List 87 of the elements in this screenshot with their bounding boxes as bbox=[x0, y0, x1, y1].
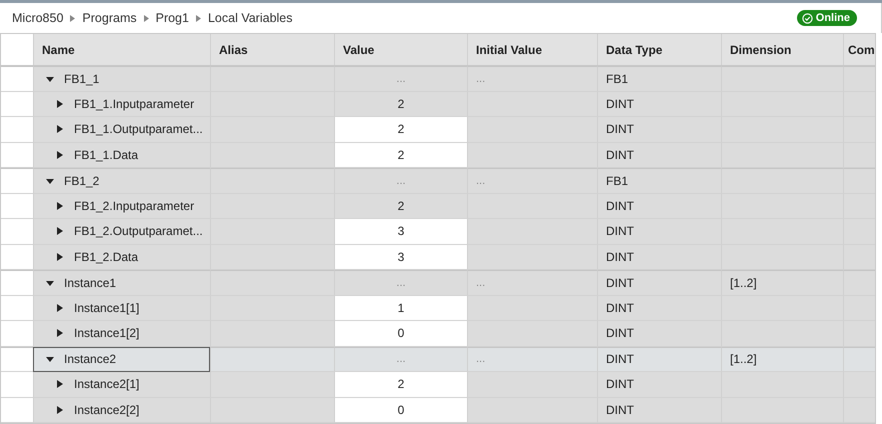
name-cell[interactable]: Instance2[2] bbox=[33, 398, 210, 423]
expand-icon[interactable] bbox=[56, 150, 64, 159]
name-cell[interactable]: FB1_2.Outputparamet... bbox=[33, 219, 210, 244]
expand-icon[interactable] bbox=[56, 227, 64, 236]
name-cell[interactable]: Instance1[2] bbox=[33, 321, 210, 346]
chevron-icon bbox=[196, 14, 201, 22]
status-badge: Online bbox=[796, 10, 857, 26]
row-header-cell[interactable] bbox=[1, 346, 33, 372]
table-cell: [1..2] bbox=[721, 346, 843, 372]
collapse-icon[interactable] bbox=[46, 176, 54, 185]
table-cell: DINT bbox=[597, 194, 721, 219]
table-cell: DINT bbox=[597, 296, 721, 321]
chevron-icon bbox=[144, 14, 149, 22]
row-header-cell[interactable] bbox=[1, 194, 33, 219]
expand-icon[interactable] bbox=[56, 202, 64, 210]
table-cell: DINT bbox=[597, 346, 721, 372]
value-cell[interactable]: 0 bbox=[334, 398, 467, 423]
collapse-icon[interactable] bbox=[46, 278, 54, 287]
column-header[interactable]: Data Type bbox=[597, 34, 721, 65]
expand-icon[interactable] bbox=[56, 329, 64, 338]
value-cell[interactable]: 2 bbox=[334, 372, 467, 398]
collapse-icon[interactable] bbox=[46, 355, 54, 364]
value-cell[interactable]: 1 bbox=[334, 296, 467, 321]
table-cell: DINT bbox=[597, 270, 721, 296]
value-cell: ... bbox=[334, 346, 467, 372]
expand-icon[interactable] bbox=[56, 380, 64, 388]
table-cell: DINT bbox=[597, 372, 721, 398]
row-header-cell[interactable] bbox=[1, 296, 33, 321]
table-cell: DINT bbox=[597, 142, 721, 168]
value-cell[interactable]: 3 bbox=[334, 219, 467, 244]
value-cell: 2 bbox=[334, 194, 467, 219]
name-cell[interactable]: Instance2[1] bbox=[33, 372, 210, 398]
expand-icon[interactable] bbox=[56, 406, 64, 414]
name-cell[interactable]: FB1_2.Inputparameter bbox=[33, 194, 210, 219]
column-header[interactable]: Com bbox=[843, 34, 875, 65]
name-cell[interactable]: FB1_2.Data bbox=[33, 244, 210, 270]
table-cell: DINT bbox=[597, 321, 721, 346]
table-cell: DINT bbox=[597, 92, 721, 117]
value-cell[interactable]: 0 bbox=[334, 321, 467, 346]
row-header-cell[interactable] bbox=[1, 92, 33, 117]
column-header[interactable]: Name bbox=[33, 34, 210, 65]
value-cell[interactable]: 2 bbox=[334, 117, 467, 142]
value-cell: ... bbox=[334, 168, 467, 194]
value-cell[interactable]: 3 bbox=[334, 244, 467, 270]
name-cell[interactable]: Instance1[1] bbox=[33, 296, 210, 321]
value-cell: 2 bbox=[334, 92, 467, 117]
expand-icon[interactable] bbox=[56, 304, 64, 312]
table-cell: ... bbox=[467, 66, 597, 92]
breadcrumb-item[interactable]: Prog1 bbox=[156, 11, 189, 25]
name-cell[interactable]: FB1_1.Outputparamet... bbox=[33, 117, 210, 142]
name-cell[interactable]: Instance1 bbox=[33, 270, 210, 296]
table-cell: FB1 bbox=[597, 168, 721, 194]
table-cell: ... bbox=[467, 270, 597, 296]
name-cell[interactable]: FB1_1.Data bbox=[33, 142, 210, 168]
table-cell: DINT bbox=[597, 398, 721, 423]
table-cell: DINT bbox=[597, 219, 721, 244]
value-cell: ... bbox=[334, 270, 467, 296]
table-cell: [1..2] bbox=[721, 270, 843, 296]
table-cell: ... bbox=[467, 168, 597, 194]
breadcrumb-item[interactable]: Local Variables bbox=[208, 11, 293, 25]
chevron-icon bbox=[70, 14, 76, 22]
expand-icon[interactable] bbox=[56, 125, 64, 134]
column-header[interactable]: Dimension bbox=[721, 34, 843, 65]
name-cell[interactable]: FB1_1 bbox=[33, 66, 210, 92]
row-header-cell[interactable] bbox=[1, 270, 33, 296]
breadcrumb-item[interactable]: Programs bbox=[82, 11, 137, 25]
column-header[interactable]: Alias bbox=[210, 34, 334, 65]
expand-icon[interactable] bbox=[56, 252, 64, 261]
table-cell: DINT bbox=[597, 117, 721, 142]
column-header[interactable]: Initial Value bbox=[467, 34, 597, 65]
row-header-cell[interactable] bbox=[1, 244, 33, 270]
row-header-cell[interactable] bbox=[1, 66, 33, 92]
value-cell[interactable]: 2 bbox=[334, 142, 467, 168]
table-cell: ... bbox=[467, 346, 597, 372]
table-cell: FB1 bbox=[597, 66, 721, 92]
value-cell: ... bbox=[334, 66, 467, 92]
collapse-icon[interactable] bbox=[46, 74, 54, 83]
row-header-cell[interactable] bbox=[1, 168, 33, 194]
expand-icon[interactable] bbox=[56, 100, 64, 108]
column-header[interactable]: Value bbox=[334, 34, 467, 65]
name-cell[interactable]: Instance2 bbox=[33, 346, 210, 372]
name-cell[interactable]: FB1_1.Inputparameter bbox=[33, 92, 210, 117]
table-cell: DINT bbox=[597, 244, 721, 270]
row-header-cell[interactable] bbox=[1, 398, 33, 423]
name-cell[interactable]: FB1_2 bbox=[33, 168, 210, 194]
breadcrumb-item[interactable]: Micro850 bbox=[12, 11, 64, 25]
row-header-cell[interactable] bbox=[1, 142, 33, 168]
